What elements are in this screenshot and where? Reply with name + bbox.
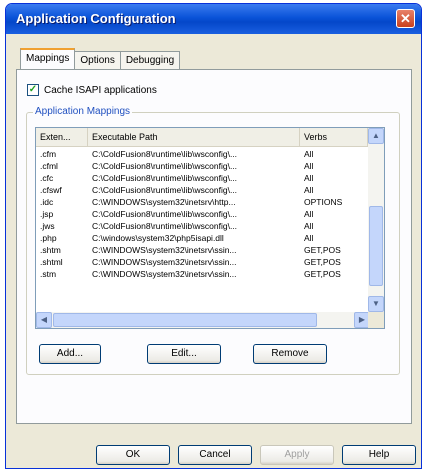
cell-verbs: OPTIONS xyxy=(304,197,343,207)
cell-extension: .cfm xyxy=(40,149,57,159)
scroll-up-icon[interactable]: ▲ xyxy=(368,128,384,144)
close-button[interactable]: ✕ xyxy=(396,9,415,28)
remove-button[interactable]: Remove xyxy=(253,344,327,364)
cancel-button[interactable]: Cancel xyxy=(178,445,252,465)
mappings-panel: ✓ Cache ISAPI applications Application M… xyxy=(16,69,412,424)
table-row[interactable]: .cfc C:\ColdFusion8\runtime\lib\wsconfig\… xyxy=(36,172,368,184)
table-row[interactable]: .idc C:\WINDOWS\system32\inetsrv\http... O… xyxy=(36,196,368,208)
cell-extension: .idc xyxy=(40,197,54,207)
list-header: Exten... Executable Path Verbs xyxy=(36,128,368,147)
cache-isapi-checkbox[interactable]: ✓ xyxy=(27,84,39,96)
cell-executable-path: C:\ColdFusion8\runtime\lib\wsconfig\... xyxy=(92,161,238,171)
table-row[interactable]: .shtml C:\WINDOWS\system32\inetsrv\ssin..… xyxy=(36,256,368,268)
window-title: Application Configuration xyxy=(16,11,176,26)
cell-extension: .jsp xyxy=(40,209,54,219)
column-header-executable-path[interactable]: Executable Path xyxy=(88,128,300,146)
cell-executable-path: C:\WINDOWS\system32\inetsrv\http... xyxy=(92,197,236,207)
tab-debugging[interactable]: Debugging xyxy=(119,51,181,69)
horizontal-scrollbar[interactable]: ◀ ▶ xyxy=(36,312,370,328)
cell-extension: .cfc xyxy=(40,173,54,183)
table-row[interactable]: .cfm C:\ColdFusion8\runtime\lib\wsconfig\… xyxy=(36,148,368,160)
cell-extension: .stm xyxy=(40,269,57,279)
cell-executable-path: C:\WINDOWS\system32\inetsrv\ssin... xyxy=(92,245,237,255)
apply-button[interactable]: Apply xyxy=(260,445,334,465)
cell-extension: .cfswf xyxy=(40,185,62,195)
cell-executable-path: C:\WINDOWS\system32\inetsrv\ssin... xyxy=(92,269,237,279)
table-row[interactable]: .jsp C:\ColdFusion8\runtime\lib\wsconfig\… xyxy=(36,208,368,220)
cell-executable-path: C:\WINDOWS\system32\inetsrv\ssin... xyxy=(92,257,237,267)
cell-verbs: All xyxy=(304,149,314,159)
cell-verbs: GET,POS xyxy=(304,257,341,267)
close-icon: ✕ xyxy=(400,11,411,26)
table-row[interactable]: .php C:\windows\system32\php5isapi.dll All xyxy=(36,232,368,244)
cell-verbs: All xyxy=(304,233,314,243)
vertical-scroll-thumb[interactable] xyxy=(369,206,383,286)
cell-verbs: GET,POS xyxy=(304,269,341,279)
vertical-scrollbar[interactable]: ▲ ▼ xyxy=(368,128,384,312)
scroll-left-icon[interactable]: ◀ xyxy=(36,312,52,328)
application-configuration-dialog: Application Configuration ✕ Mappings Opt… xyxy=(5,3,422,469)
edit-button[interactable]: Edit... xyxy=(147,344,221,364)
cache-isapi-row[interactable]: ✓ Cache ISAPI applications xyxy=(27,84,157,96)
cell-extension: .shtml xyxy=(40,257,63,267)
scroll-down-icon[interactable]: ▼ xyxy=(368,296,384,312)
scrollbar-corner xyxy=(368,312,384,328)
horizontal-scroll-thumb[interactable] xyxy=(53,313,317,327)
column-header-verbs[interactable]: Verbs xyxy=(300,128,368,146)
cell-extension: .cfml xyxy=(40,161,58,171)
column-header-extension[interactable]: Exten... xyxy=(36,128,88,146)
ok-button[interactable]: OK xyxy=(96,445,170,465)
cell-verbs: All xyxy=(304,221,314,231)
table-row[interactable]: .stm C:\WINDOWS\system32\inetsrv\ssin... G… xyxy=(36,268,368,280)
cell-extension: .shtm xyxy=(40,245,61,255)
tab-strip: Mappings Options Debugging xyxy=(20,48,181,70)
cell-executable-path: C:\ColdFusion8\runtime\lib\wsconfig\... xyxy=(92,221,238,231)
application-mappings-group: Application Mappings Exten... Executable… xyxy=(26,106,400,375)
table-row[interactable]: .cfml C:\ColdFusion8\runtime\lib\wsconfig… xyxy=(36,160,368,172)
cache-isapi-label: Cache ISAPI applications xyxy=(44,84,157,96)
cell-executable-path: C:\windows\system32\php5isapi.dll xyxy=(92,233,224,243)
cell-executable-path: C:\ColdFusion8\runtime\lib\wsconfig\... xyxy=(92,149,238,159)
cell-extension: .php xyxy=(40,233,57,243)
mappings-list[interactable]: Exten... Executable Path Verbs .cfm C:\Co… xyxy=(35,127,385,329)
cell-executable-path: C:\ColdFusion8\runtime\lib\wsconfig\... xyxy=(92,209,238,219)
tab-mappings[interactable]: Mappings xyxy=(20,48,76,69)
cell-verbs: All xyxy=(304,209,314,219)
table-row[interactable]: .cfswf C:\ColdFusion8\runtime\lib\wsconfi… xyxy=(36,184,368,196)
cell-executable-path: C:\ColdFusion8\runtime\lib\wsconfig\... xyxy=(92,185,238,195)
cell-verbs: GET,POS xyxy=(304,245,341,255)
title-bar[interactable]: Application Configuration ✕ xyxy=(6,4,421,34)
cell-executable-path: C:\ColdFusion8\runtime\lib\wsconfig\... xyxy=(92,173,238,183)
tab-options[interactable]: Options xyxy=(74,51,121,69)
list-rows: .cfm C:\ColdFusion8\runtime\lib\wsconfig\… xyxy=(36,148,368,280)
cell-extension: .jws xyxy=(40,221,55,231)
table-row[interactable]: .shtm C:\WINDOWS\system32\inetsrv\ssin...… xyxy=(36,244,368,256)
cell-verbs: All xyxy=(304,161,314,171)
cell-verbs: All xyxy=(304,173,314,183)
help-button[interactable]: Help xyxy=(342,445,416,465)
table-row[interactable]: .jws C:\ColdFusion8\runtime\lib\wsconfig\… xyxy=(36,220,368,232)
cell-verbs: All xyxy=(304,185,314,195)
group-label: Application Mappings xyxy=(33,106,133,117)
add-button[interactable]: Add... xyxy=(39,344,101,364)
